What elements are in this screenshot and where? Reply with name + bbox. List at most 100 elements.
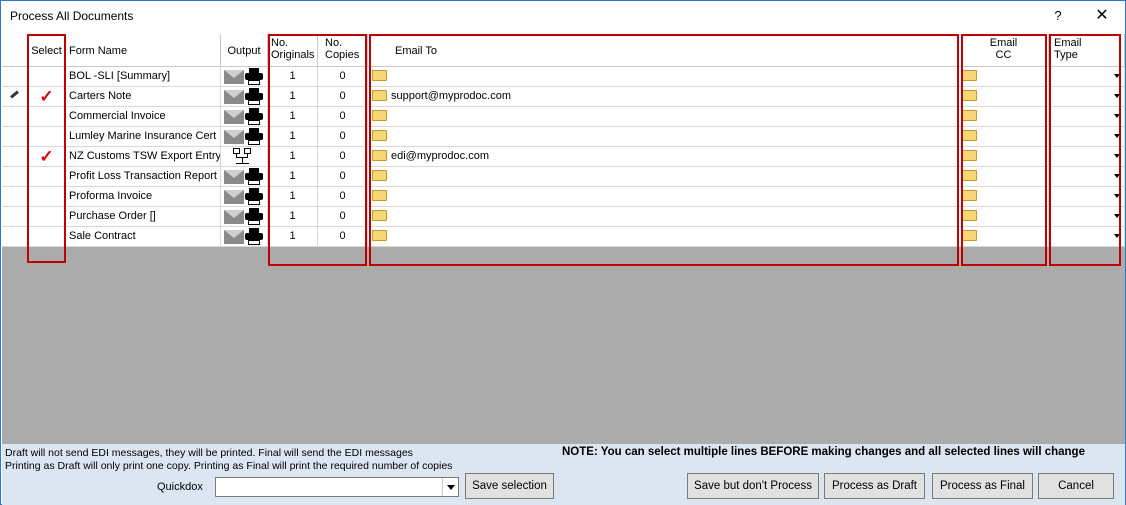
folder-icon[interactable] — [962, 109, 977, 121]
process-draft-button[interactable]: Process as Draft — [824, 473, 925, 499]
email-to-cell[interactable] — [368, 127, 959, 147]
output-cell[interactable] — [221, 147, 268, 167]
email-to-cell[interactable]: support@myprodoc.com — [368, 87, 959, 107]
chevron-down-icon[interactable] — [1114, 174, 1120, 178]
form-name-column-header[interactable]: Form Name — [66, 34, 221, 67]
email-to-cell[interactable]: edi@myprodoc.com — [368, 147, 959, 167]
email-cc-cell[interactable] — [959, 87, 1049, 107]
email-type-dropdown[interactable] — [1049, 67, 1125, 87]
folder-icon[interactable] — [962, 129, 977, 141]
email-to-cell[interactable] — [368, 207, 959, 227]
copies-cell[interactable]: 0 — [318, 227, 368, 247]
folder-icon[interactable] — [372, 109, 387, 121]
output-cell[interactable] — [221, 67, 268, 87]
originals-cell[interactable]: 1 — [268, 147, 318, 167]
email-type-dropdown[interactable] — [1049, 167, 1125, 187]
process-final-button[interactable]: Process as Final — [932, 473, 1033, 499]
email-type-dropdown[interactable] — [1049, 227, 1125, 247]
select-checkbox[interactable] — [28, 107, 66, 127]
output-cell[interactable] — [221, 227, 268, 247]
originals-cell[interactable]: 1 — [268, 167, 318, 187]
folder-icon[interactable] — [962, 89, 977, 101]
select-checkbox[interactable] — [28, 207, 66, 227]
output-cell[interactable] — [221, 187, 268, 207]
originals-cell[interactable]: 1 — [268, 207, 318, 227]
close-button[interactable]: ✕ — [1087, 5, 1117, 27]
save-no-process-button[interactable]: Save but don't Process — [687, 473, 819, 499]
email-type-dropdown[interactable] — [1049, 87, 1125, 107]
email-cc-cell[interactable] — [959, 107, 1049, 127]
save-selection-button[interactable]: Save selection — [465, 473, 554, 499]
originals-cell[interactable]: 1 — [268, 67, 318, 87]
table-row[interactable]: Lumley Marine Insurance Cert 1 0 — [2, 127, 1125, 147]
originals-cell[interactable]: 1 — [268, 87, 318, 107]
email-cc-cell[interactable] — [959, 227, 1049, 247]
select-checkbox[interactable]: ✓ — [28, 87, 66, 107]
output-cell[interactable] — [221, 207, 268, 227]
email-cc-cell[interactable] — [959, 127, 1049, 147]
table-row[interactable]: Purchase Order [] 1 0 — [2, 207, 1125, 227]
email-to-cell[interactable] — [368, 227, 959, 247]
folder-icon[interactable] — [962, 169, 977, 181]
folder-icon[interactable] — [372, 169, 387, 181]
originals-cell[interactable]: 1 — [268, 127, 318, 147]
originals-cell[interactable]: 1 — [268, 187, 318, 207]
cancel-button[interactable]: Cancel — [1038, 473, 1114, 499]
chevron-down-icon[interactable] — [1114, 74, 1120, 78]
table-row[interactable]: Proforma Invoice 1 0 — [2, 187, 1125, 207]
copies-cell[interactable]: 0 — [318, 167, 368, 187]
chevron-down-icon[interactable] — [1114, 94, 1120, 98]
email-cc-cell[interactable] — [959, 207, 1049, 227]
chevron-down-icon[interactable] — [1114, 234, 1120, 238]
copies-cell[interactable]: 0 — [318, 67, 368, 87]
folder-icon[interactable] — [962, 229, 977, 241]
copies-cell[interactable]: 0 — [318, 107, 368, 127]
help-button[interactable]: ? — [1043, 5, 1073, 27]
output-cell[interactable] — [221, 127, 268, 147]
select-checkbox[interactable] — [28, 127, 66, 147]
email-to-cell[interactable] — [368, 67, 959, 87]
folder-icon[interactable] — [372, 189, 387, 201]
output-cell[interactable] — [221, 107, 268, 127]
copies-cell[interactable]: 0 — [318, 127, 368, 147]
email-to-cell[interactable] — [368, 187, 959, 207]
originals-cell[interactable]: 1 — [268, 227, 318, 247]
select-checkbox[interactable] — [28, 167, 66, 187]
email-to-cell[interactable] — [368, 107, 959, 127]
email-type-dropdown[interactable] — [1049, 187, 1125, 207]
folder-icon[interactable] — [962, 149, 977, 161]
chevron-down-icon[interactable] — [1114, 194, 1120, 198]
email-cc-column-header[interactable]: Email CC — [959, 34, 1049, 67]
folder-icon[interactable] — [962, 189, 977, 201]
email-cc-cell[interactable] — [959, 187, 1049, 207]
originals-column-header[interactable]: No. Originals — [268, 34, 318, 67]
email-type-dropdown[interactable] — [1049, 107, 1125, 127]
table-row[interactable]: Profit Loss Transaction Report 1 0 — [2, 167, 1125, 187]
copies-cell[interactable]: 0 — [318, 187, 368, 207]
email-type-dropdown[interactable] — [1049, 127, 1125, 147]
copies-cell[interactable]: 0 — [318, 207, 368, 227]
email-to-column-header[interactable]: Email To — [368, 34, 959, 67]
select-checkbox[interactable] — [28, 67, 66, 87]
quickdox-dropdown[interactable] — [215, 477, 459, 497]
select-column-header[interactable]: Select — [28, 34, 66, 67]
folder-icon[interactable] — [372, 229, 387, 241]
select-checkbox[interactable]: ✓ — [28, 147, 66, 167]
select-checkbox[interactable] — [28, 227, 66, 247]
chevron-down-icon[interactable] — [442, 478, 458, 496]
folder-icon[interactable] — [372, 149, 387, 161]
chevron-down-icon[interactable] — [1114, 114, 1120, 118]
output-cell[interactable] — [221, 87, 268, 107]
select-checkbox[interactable] — [28, 187, 66, 207]
folder-icon[interactable] — [372, 89, 387, 101]
chevron-down-icon[interactable] — [1114, 134, 1120, 138]
chevron-down-icon[interactable] — [1114, 214, 1120, 218]
originals-cell[interactable]: 1 — [268, 107, 318, 127]
folder-icon[interactable] — [372, 129, 387, 141]
table-row[interactable]: Sale Contract 1 0 — [2, 227, 1125, 247]
email-to-cell[interactable] — [368, 167, 959, 187]
email-cc-cell[interactable] — [959, 67, 1049, 87]
folder-icon[interactable] — [962, 69, 977, 81]
email-cc-cell[interactable] — [959, 167, 1049, 187]
copies-cell[interactable]: 0 — [318, 87, 368, 107]
